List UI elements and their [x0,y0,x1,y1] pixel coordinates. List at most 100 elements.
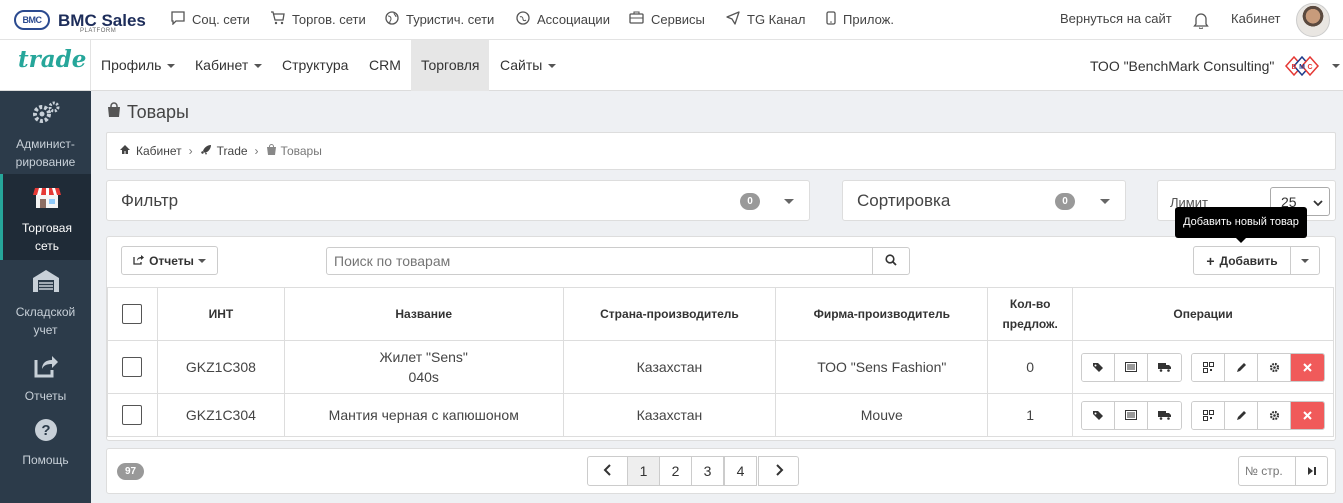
breadcrumb-separator: › [254,144,259,158]
barcode-list-icon[interactable] [1115,353,1149,381]
shopping-bag-icon [266,144,277,158]
top-link-telegram[interactable]: TG Канал [726,11,805,28]
go-to-page-button[interactable] [1295,456,1328,486]
top-link-label: Туристич. сети [406,12,495,27]
top-link-tourism[interactable]: Туристич. сети [385,11,494,28]
page-button-1[interactable]: 1 [627,456,660,486]
operations-group-1 [1081,352,1183,382]
select-all-checkbox[interactable] [122,304,143,325]
shopping-bag-icon [106,102,122,123]
nav-crm[interactable]: CRM [359,40,411,91]
company-logo[interactable]: B M C [1284,54,1320,78]
brand-logo[interactable]: trade [18,46,86,73]
breadcrumb-item-trade[interactable]: Trade [217,144,248,158]
sidebar-item-warehouse[interactable]: Складской учет [0,268,91,338]
column-header-name[interactable]: Название [283,287,564,341]
top-link-social[interactable]: Соц. сети [171,11,250,28]
next-page-button[interactable] [758,456,799,486]
back-to-site-link[interactable]: Вернуться на сайт [1060,11,1172,26]
nav-sites[interactable]: Сайты [490,40,566,91]
svg-text:B: B [1291,64,1296,71]
search-button[interactable] [872,247,910,275]
pencil-icon[interactable] [1225,401,1259,429]
filter-panel[interactable]: Фильтр 0 [106,180,810,221]
reports-button[interactable]: Отчеты [121,246,218,275]
cell-name[interactable]: Мантия черная с капюшоном [283,393,564,437]
company-name[interactable]: ТОО "BenchMark Consulting" [1090,58,1274,74]
company-caret-icon[interactable] [1332,64,1340,68]
truck-icon[interactable] [1148,401,1182,429]
pencil-icon[interactable] [1225,353,1259,381]
row-checkbox[interactable] [122,357,143,377]
page-button-3[interactable]: 3 [691,456,724,486]
column-header-int[interactable]: ИНТ [156,287,285,341]
delete-icon[interactable] [1291,353,1325,381]
sidebar-item-reports[interactable]: Отчеты [0,354,91,404]
svg-text:?: ? [41,422,50,439]
svg-text:C: C [1307,64,1312,71]
share-icon [133,254,145,268]
column-header-country[interactable]: Страна-производитель [562,287,777,341]
step-forward-icon [1307,463,1317,479]
nav-cabinet[interactable]: Кабинет [186,40,271,91]
caret-down-icon [548,64,557,69]
page-number-input[interactable] [1239,457,1295,485]
cell-operations [1072,340,1334,394]
delete-icon[interactable] [1291,401,1325,429]
sort-panel[interactable]: Сортировка 0 [842,180,1126,221]
top-link-label: Ассоциации [537,12,610,27]
sort-caret-icon[interactable] [1100,199,1110,204]
top-link-associations[interactable]: Ассоциации [516,11,610,28]
breadcrumb-separator: › [188,144,193,158]
cell-operations [1072,393,1334,437]
nav-label: Кабинет [195,57,249,73]
add-button-label: Добавить [1219,253,1278,268]
sort-title: Сортировка [857,191,951,210]
gear-icon[interactable] [1258,353,1292,381]
cell-country: Казахстан [562,340,777,394]
cell-offers: 0 [987,340,1074,394]
top-link-services[interactable]: Сервисы [629,11,705,27]
sidebar-item-help[interactable]: ? Помощь [0,418,91,468]
page-number-field[interactable] [1238,456,1296,486]
caret-down-icon [1301,258,1309,263]
chevron-down-icon [1313,195,1323,211]
sidebar-item-retail[interactable]: Торговая сеть [0,174,91,260]
tags-icon[interactable] [1082,353,1116,381]
nav-structure[interactable]: Структура [273,40,357,91]
page-button-2[interactable]: 2 [659,456,692,486]
sidebar-item-label: Торговая сеть [22,221,72,253]
cell-int: GKZ1C304 [156,393,285,437]
truck-icon[interactable] [1148,353,1182,381]
column-header-offers[interactable]: Кол-во предлож. [987,287,1074,341]
table-header-row: ИНТ Название Страна-производитель Фирма-… [107,287,1334,341]
add-button[interactable]: + Добавить [1193,246,1291,275]
add-dropdown-button[interactable] [1290,246,1320,275]
filter-caret-icon[interactable] [784,199,794,204]
gear-icon[interactable] [1258,401,1292,429]
search-field[interactable] [326,247,873,275]
top-link-retail[interactable]: Торгов. сети [270,11,366,28]
sidebar-item-admin[interactable]: Админист- рирование [0,100,91,170]
cell-name[interactable]: Жилет "Sens" 040s [283,340,564,394]
nav-profile[interactable]: Профиль [92,40,184,91]
nav-trade[interactable]: Торговля [411,40,490,91]
cabinet-link[interactable]: Кабинет [1231,11,1280,26]
qrcode-icon[interactable] [1192,401,1226,429]
table-row: GKZ1C308 Жилет "Sens" 040s Казахстан ТОО… [107,340,1334,394]
prev-page-button[interactable] [587,456,628,486]
store-icon [3,184,91,217]
search-input[interactable] [327,248,872,274]
tags-icon[interactable] [1082,401,1116,429]
breadcrumb-item-cabinet[interactable]: Кабинет [136,144,182,158]
qrcode-icon[interactable] [1192,353,1226,381]
bmc-logo[interactable]: BMC BMC Sales PLATFORM [14,8,146,34]
user-avatar[interactable] [1296,3,1330,37]
bell-icon[interactable] [1193,11,1209,32]
barcode-list-icon[interactable] [1115,401,1149,429]
column-header-firm[interactable]: Фирма-производитель [775,287,989,341]
page-button-4[interactable]: 4 [724,456,757,486]
row-checkbox[interactable] [122,405,143,425]
top-link-apps[interactable]: Прилож. [826,11,894,28]
column-header-operations: Операции [1072,287,1334,341]
